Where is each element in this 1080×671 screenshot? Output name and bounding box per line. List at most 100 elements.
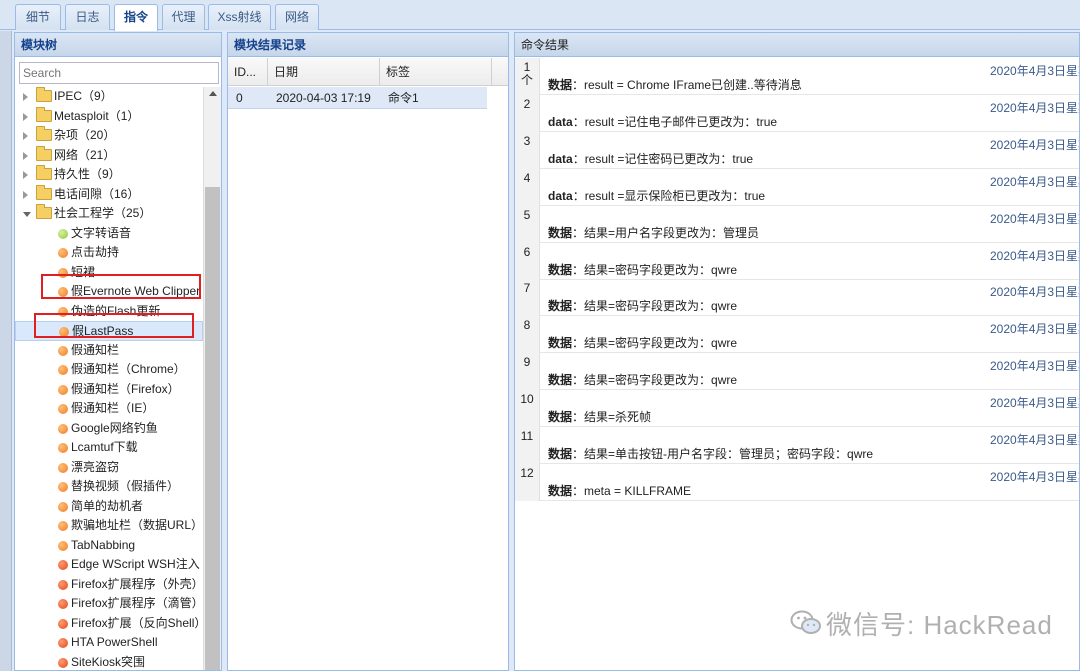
tree-item[interactable]: Metasploit（1）: [15, 106, 203, 127]
tree-item[interactable]: 持久性（9）: [15, 165, 203, 185]
result-date: 2020年4月3日星期: [990, 469, 1079, 484]
green-status-icon: [58, 228, 68, 239]
command-result-row[interactable]: 5 2020年4月3日星期数据：结果=用户名字段更改为：管理员: [515, 205, 1079, 243]
result-date: 2020年4月3日星期: [990, 64, 1079, 78]
command-result-row[interactable]: 2 2020年4月3日星期 data：result =记住电子邮件已更改为：true: [515, 94, 1079, 132]
result-text: 数据：meta = KILLFRAME: [548, 482, 691, 499]
tree-item[interactable]: 短裙: [15, 263, 203, 283]
tree-item[interactable]: Firefox扩展程序（外壳）: [15, 575, 203, 595]
tree-item[interactable]: HTA PowerShell: [15, 633, 203, 653]
result-value: ：结果=用户名字段更改为：管理员: [572, 225, 760, 240]
module-results-panel: 模块结果记录 ID... 日期 标签 0 2020-04-03 17:19 命令…: [227, 32, 509, 671]
tree-item-label: 替换视频（假插件）: [71, 479, 180, 493]
result-date: 2020年4月3日星期: [990, 396, 1079, 411]
expand-arrow-icon[interactable]: [23, 151, 28, 160]
tree-item[interactable]: 假通知栏（Firefox）: [15, 380, 203, 400]
result-text: 数据：结果=用户名字段更改为：管理员: [548, 224, 759, 241]
result-text: 数据：结果=密码字段更改为：qwre: [548, 371, 737, 388]
result-date: 2020年4月3日星期: [990, 137, 1079, 152]
table-row[interactable]: 0 2020-04-03 17:19 命令1: [228, 87, 487, 109]
orange-status-icon: [58, 365, 68, 375]
tree-item[interactable]: 伪造的Flash更新: [15, 302, 203, 322]
tab-commands[interactable]: 指令: [114, 4, 158, 31]
collapse-arrow-icon[interactable]: [23, 212, 31, 217]
tab-proxy[interactable]: 代理: [162, 4, 205, 30]
command-result-row[interactable]: 11 2020年4月3日星期数据：结果=单击按钮-用户名字段：管理员；密码字段：q…: [515, 427, 1079, 464]
red-status-icon: [58, 560, 68, 570]
tree-item[interactable]: 电话间隙（16）: [15, 184, 203, 205]
command-result-row[interactable]: 8 2020年4月3日星期数据：结果=密码字段更改为：qwre: [515, 316, 1079, 354]
tree-item[interactable]: Firefox扩展程序（滴管）: [15, 594, 203, 614]
tree-item[interactable]: 假通知栏: [15, 341, 203, 361]
column-label[interactable]: 标签: [380, 58, 492, 86]
tree-item[interactable]: 社会工程学（25）: [15, 204, 203, 224]
command-result-row[interactable]: 4 2020年4月3日星期 data：result =显示保险柜已更改为：true: [515, 168, 1079, 206]
tree-item[interactable]: Google网络钓鱼: [15, 419, 203, 439]
row-index-number: 6: [523, 244, 531, 259]
row-index-number: 4: [523, 170, 531, 185]
wechat-icon: [790, 610, 821, 634]
tree-item[interactable]: TabNabbing: [15, 536, 203, 556]
tree-item-label: 网络（21）: [54, 147, 116, 162]
folder-icon: [36, 145, 52, 161]
scroll-thumb[interactable]: [205, 187, 220, 670]
tree-item[interactable]: Edge WScript WSH注入: [15, 555, 203, 575]
tab-details[interactable]: 细节: [15, 4, 61, 30]
row-index: 10: [515, 390, 540, 428]
expand-arrow-icon[interactable]: [23, 112, 28, 121]
result-date: 2020年4月3日星期: [990, 100, 1079, 115]
result-date: 2020年4月3日星期: [990, 174, 1079, 189]
result-value: ：结果=密码字段更改为：qwre: [572, 373, 738, 388]
tree-item[interactable]: SiteKiosk突围: [15, 653, 203, 671]
tab-xssrays[interactable]: Xss射线: [208, 4, 271, 30]
command-result-row[interactable]: 9 2020年4月3日星期数据：结果=密码字段更改为：qwre: [515, 353, 1079, 391]
search-input[interactable]: [19, 62, 219, 84]
tree-item[interactable]: IPEC（9）: [15, 87, 203, 107]
tree-item[interactable]: 漂亮盗窃: [15, 458, 203, 478]
left-collapse-strip[interactable]: [0, 31, 12, 671]
tree-item[interactable]: 文字转语音: [15, 224, 203, 244]
tab-network[interactable]: 网络: [275, 4, 319, 30]
tree-item[interactable]: 假LastPass: [15, 321, 203, 341]
expand-arrow-icon[interactable]: [23, 190, 28, 199]
folder-open-icon: [36, 204, 52, 219]
orange-status-icon: [58, 423, 68, 434]
command-result-row[interactable]: 12 2020年4月3日星期数据：meta = KILLFRAME: [515, 463, 1079, 501]
result-date: 2020年4月3日星期: [990, 211, 1079, 226]
tree-item[interactable]: Firefox扩展（反向Shell）: [15, 614, 203, 634]
tree-item[interactable]: 假通知栏（Chrome）: [15, 360, 203, 380]
column-date[interactable]: 日期: [268, 58, 380, 86]
module-tree-title: 模块树: [15, 33, 221, 57]
tree-item[interactable]: 简单的劫机者: [15, 497, 203, 517]
folder-icon: [36, 165, 52, 180]
result-key: data: [548, 114, 573, 129]
tree-item[interactable]: 替换视频（假插件）: [15, 477, 203, 497]
column-id[interactable]: ID...: [228, 58, 268, 86]
command-result-row[interactable]: 1个 2020年4月3日星期数据：result = Chrome IFrame已创…: [515, 58, 1079, 95]
tree-item-label: 简单的劫机者: [71, 498, 144, 513]
command-result-row[interactable]: 7 2020年4月3日星期数据：结果=密码字段更改为：qwre: [515, 279, 1079, 317]
orange-status-icon: [58, 540, 68, 551]
expand-arrow-icon[interactable]: [23, 93, 28, 101]
tree-item[interactable]: 点击劫持: [15, 243, 203, 263]
tree-item[interactable]: 假Evernote Web Clipper: [15, 282, 203, 302]
tree-item[interactable]: Lcamtuf下载: [15, 438, 203, 458]
expand-arrow-icon[interactable]: [23, 132, 28, 140]
expand-arrow-icon[interactable]: [23, 171, 28, 179]
tab-logs[interactable]: 日志: [65, 4, 110, 30]
tree-item[interactable]: 网络（21）: [15, 145, 203, 166]
orange-status-icon: [58, 521, 68, 531]
scroll-up-arrow-icon[interactable]: [209, 91, 217, 96]
tree-item-label: SiteKiosk突围: [71, 654, 146, 669]
command-result-row[interactable]: 10 2020年4月3日星期数据：结果=杀死帧: [515, 390, 1079, 428]
tree-scrollbar[interactable]: [203, 87, 221, 670]
result-text: 数据：结果=密码字段更改为：qwre: [548, 297, 737, 314]
module-results-title: 模块结果记录: [228, 33, 508, 57]
tree-item[interactable]: 假通知栏（IE）: [15, 399, 203, 419]
command-result-row[interactable]: 3 2020年4月3日星期 data：result =记住密码已更改为：true: [515, 131, 1079, 169]
tree-item[interactable]: 杂项（20）: [15, 126, 203, 146]
tree-item[interactable]: 欺骗地址栏（数据URL）: [15, 516, 203, 536]
command-result-row[interactable]: 6 2020年4月3日星期数据：结果=密码字段更改为：qwre: [515, 242, 1079, 280]
tree-item-label: 假Evernote Web Clipper: [71, 284, 201, 298]
row-index: 8: [515, 316, 540, 354]
